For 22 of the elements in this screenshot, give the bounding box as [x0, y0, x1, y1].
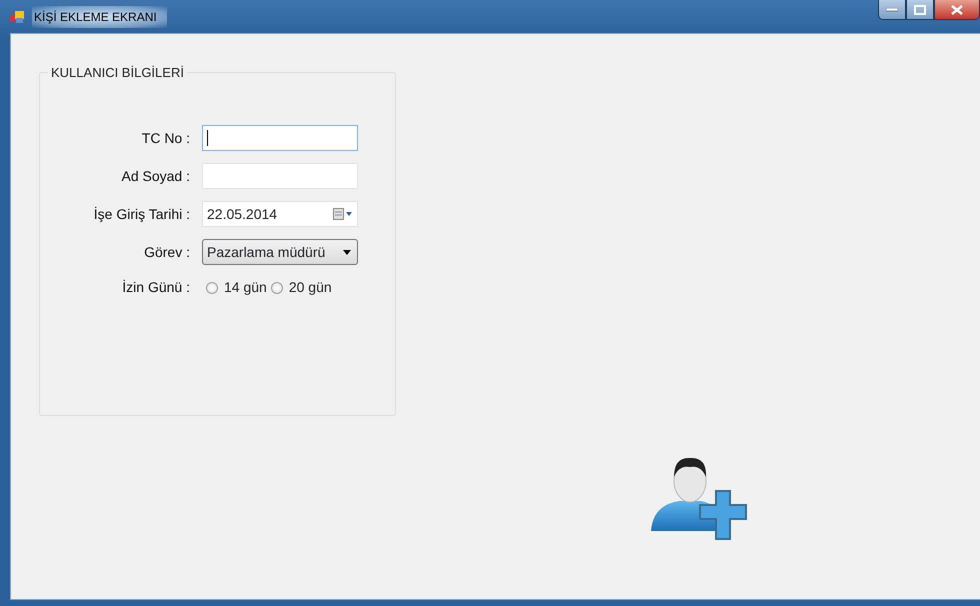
minimize-button[interactable] [878, 0, 906, 20]
radio-button[interactable] [270, 282, 283, 294]
maximize-button[interactable] [906, 0, 934, 20]
close-icon [951, 4, 963, 14]
radio-label[interactable]: 20 gün [288, 277, 332, 298]
dropdown[interactable]: Pazarlama müdürü [202, 239, 358, 265]
radio-button[interactable] [206, 282, 218, 294]
minimize-icon [886, 8, 898, 12]
calendar-icon[interactable] [333, 208, 353, 220]
input-field[interactable] [202, 125, 358, 151]
caret-icon [343, 250, 351, 254]
field-label: TC No : [140, 128, 190, 148]
field-label: İzin Günü : [121, 278, 190, 297]
text-cursor [207, 130, 208, 146]
field-label: Ad Soyad : [120, 166, 190, 186]
app-icon [10, 10, 24, 22]
field-label: İşe Giriş Tarihi : [92, 204, 190, 224]
maximize-icon [914, 4, 926, 14]
radio-label[interactable]: 14 gün [224, 277, 267, 298]
window-title: KİŞİ EKLEME EKRANI [32, 6, 167, 28]
close-button[interactable] [934, 0, 980, 20]
field-label: Görev : [143, 242, 190, 262]
